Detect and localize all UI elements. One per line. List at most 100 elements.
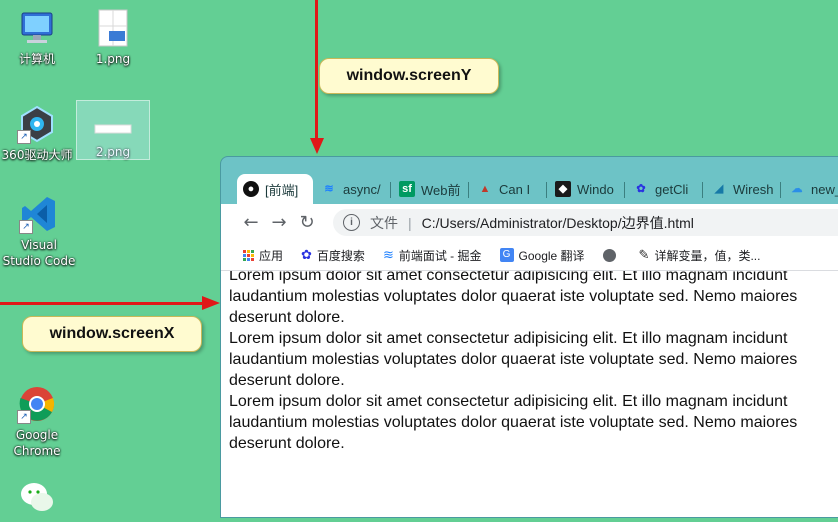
desktop-icon-vscode[interactable]: ↗ Visual Studio Code <box>2 194 76 269</box>
tab-baidu[interactable]: ✿ getCli <box>627 174 703 204</box>
bookmark-juejin[interactable]: ≋ 前端面试 - 掘金 <box>383 247 482 264</box>
tab-caniuse[interactable]: ▲ Can I <box>471 174 547 204</box>
mdn-icon: ◆ <box>555 181 571 197</box>
omnibox-divider: | <box>408 214 412 231</box>
paragraph: Lorem ipsum dolor sit amet consectetur a… <box>229 271 838 328</box>
bookmark-baidu[interactable]: ✿ 百度搜索 <box>301 247 365 264</box>
tab-title: getCli <box>655 181 689 197</box>
text-line: laudantium molestias voluptates dolor qu… <box>229 414 798 431</box>
browser-toolbar: ← → ↻ i 文件 | C:/Users/Administrator/Desk… <box>221 204 838 240</box>
address-bar[interactable]: i 文件 | C:/Users/Administrator/Desktop/边界… <box>333 209 838 236</box>
baidu-paw-icon: ✿ <box>301 247 312 262</box>
screenX-label: window.screenX <box>49 325 175 342</box>
computer-icon <box>17 8 57 48</box>
bookmark-label: 百度搜索 <box>316 248 365 263</box>
google-translate-icon: G <box>499 248 514 262</box>
text-line: deserunt dolore. <box>229 309 345 326</box>
juejin-icon: ≋ <box>382 247 394 262</box>
tab-wireshark[interactable]: ◢ Wiresh <box>705 174 781 204</box>
paragraph: Lorem ipsum dolor sit amet consectetur a… <box>229 328 838 391</box>
bookmark-label: 前端面试 - 掘金 <box>398 248 482 263</box>
tab-strip: ● [前端] ≋ async/ sf Web前 ▲ Can I ◆ Windo … <box>221 157 838 204</box>
vscode-icon: ↗ <box>19 194 59 234</box>
screenX-arrow-head <box>202 296 220 310</box>
tab-separator <box>390 182 391 198</box>
screenY-callout: window.screenY <box>319 58 499 94</box>
info-icon[interactable]: i <box>343 214 360 231</box>
tab-separator <box>780 182 781 198</box>
text-line: deserunt dolore. <box>229 372 345 389</box>
bookmark-label: Google 翻译 <box>518 248 585 263</box>
text-line: laudantium molestias voluptates dolor qu… <box>229 351 798 368</box>
browser-window: ● [前端] ≋ async/ sf Web前 ▲ Can I ◆ Windo … <box>220 156 838 518</box>
paragraph: Lorem ipsum dolor sit amet consectetur a… <box>229 391 838 454</box>
tab-cloud[interactable]: ☁ new_ <box>783 174 838 204</box>
text-line: Lorem ipsum dolor sit amet consectetur a… <box>229 271 788 284</box>
tab-separator <box>624 182 625 198</box>
screenY-arrow-head <box>310 138 324 154</box>
image-file-icon <box>93 109 133 149</box>
bookmark-label: 应用 <box>259 248 284 263</box>
tab-title: Windo <box>577 181 614 197</box>
wechat-icon <box>17 478 57 518</box>
bookmark-label: 详解变量，值，类... <box>654 248 761 263</box>
scheme-label: 文件 <box>370 214 398 231</box>
desktop-icon-2png[interactable]: 2.png <box>76 100 150 160</box>
reload-icon[interactable]: ↻ <box>293 212 321 233</box>
bookmark-apps[interactable]: 应用 <box>243 247 283 264</box>
tab-title: async/ <box>343 181 381 197</box>
forward-arrow-icon[interactable]: → <box>265 212 293 233</box>
screenX-arrow-line <box>0 302 204 305</box>
wireshark-icon: ◢ <box>714 183 724 195</box>
360-driver-icon: ↗ <box>17 104 57 144</box>
desktop-icon-wechat-partial[interactable] <box>0 478 74 518</box>
bookmark-article[interactable]: ✎ 详解变量，值，类... <box>639 247 761 264</box>
text-line: Lorem ipsum dolor sit amet consectetur a… <box>229 393 788 410</box>
tab-github[interactable]: ● [前端] <box>237 174 313 204</box>
screenX-callout: window.screenX <box>22 316 202 352</box>
shortcut-arrow-icon: ↗ <box>19 220 33 234</box>
desktop-icon-1png[interactable]: 1.png <box>76 8 150 67</box>
apps-grid-icon <box>243 249 254 261</box>
url-text[interactable]: C:/Users/Administrator/Desktop/边界值.html <box>422 213 694 233</box>
tab-title: Can I <box>499 181 531 197</box>
screenY-label: window.screenY <box>346 67 472 84</box>
back-arrow-icon[interactable]: ← <box>237 212 265 233</box>
shortcut-arrow-icon: ↗ <box>17 410 31 424</box>
desktop-icon-computer[interactable]: 计算机 <box>0 8 74 67</box>
bookmarks-bar: 应用 ✿ 百度搜索 ≋ 前端面试 - 掘金 G Google 翻译 ✎ 详解变量… <box>221 240 838 271</box>
chrome-icon: ↗ <box>17 384 57 424</box>
tab-separator <box>468 182 469 198</box>
segmentfault-icon: sf <box>399 181 415 197</box>
desktop-icon-label: 1.png <box>95 52 131 66</box>
tab-title: Web前 <box>421 182 461 198</box>
tab-title: Wiresh <box>733 181 774 197</box>
text-line: laudantium molestias voluptates dolor qu… <box>229 288 798 305</box>
desktop-icon-label: Google Chrome <box>13 428 61 458</box>
screenY-arrow-line <box>315 0 318 140</box>
selection-highlight <box>76 100 150 160</box>
article-icon: ✎ <box>638 247 650 262</box>
text-line: Lorem ipsum dolor sit amet consectetur a… <box>229 330 788 347</box>
tab-juejin[interactable]: ≋ async/ <box>315 174 391 204</box>
desktop-icon-label: 360驱动大师 <box>1 148 73 162</box>
tab-mdn[interactable]: ◆ Windo <box>549 174 625 204</box>
desktop-icon-360-driver[interactable]: ↗ 360驱动大师 <box>0 104 74 163</box>
tab-title: [前端] <box>265 182 299 198</box>
bookmark-google-translate[interactable]: G Google 翻译 <box>499 247 585 264</box>
tab-separator <box>546 182 547 198</box>
desktop-icon-label: Visual Studio Code <box>2 238 76 268</box>
tab-segmentfault[interactable]: sf Web前 <box>393 174 469 204</box>
globe-icon <box>602 248 616 262</box>
shortcut-arrow-icon: ↗ <box>17 130 31 144</box>
bookmark-globe[interactable] <box>602 248 621 262</box>
caniuse-icon: ▲ <box>479 183 491 195</box>
desktop-icon-chrome[interactable]: ↗ Google Chrome <box>0 384 74 459</box>
desktop-icon-label: 计算机 <box>18 52 55 66</box>
juejin-icon: ≋ <box>324 183 334 195</box>
github-icon: ● <box>243 181 259 197</box>
baidu-icon: ✿ <box>636 183 646 195</box>
tab-separator <box>702 182 703 198</box>
image-file-icon <box>93 8 133 48</box>
page-content: Lorem ipsum dolor sit amet consectetur a… <box>221 271 838 517</box>
